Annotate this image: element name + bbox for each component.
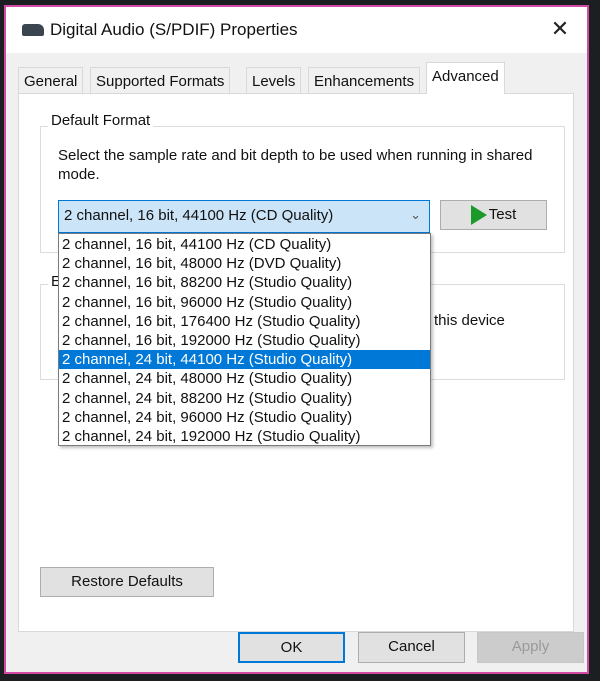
speaker-device-icon [22, 24, 44, 36]
format-option[interactable]: 2 channel, 24 bit, 96000 Hz (Studio Qual… [59, 408, 430, 427]
format-option[interactable]: 2 channel, 16 bit, 96000 Hz (Studio Qual… [59, 293, 430, 312]
tab-general[interactable]: General [18, 67, 84, 93]
play-icon [470, 205, 487, 226]
sample-rate-dropdown[interactable]: 2 channel, 16 bit, 44100 Hz (CD Quality)… [58, 200, 430, 233]
tab-advanced[interactable]: Advanced [426, 62, 505, 94]
apply-button[interactable]: Apply [477, 632, 584, 663]
format-option[interactable]: 2 channel, 16 bit, 88200 Hz (Studio Qual… [59, 273, 430, 292]
format-option[interactable]: 2 channel, 24 bit, 44100 Hz (Studio Qual… [59, 350, 430, 370]
format-option[interactable]: 2 channel, 24 bit, 192000 Hz (Studio Qua… [59, 427, 430, 446]
tab-enhancements[interactable]: Enhancements [308, 67, 421, 93]
default-format-description: Select the sample rate and bit depth to … [58, 147, 533, 183]
window-title: Digital Audio (S/PDIF) Properties [50, 20, 298, 39]
cancel-button[interactable]: Cancel [358, 632, 465, 663]
tab-supported-formats[interactable]: Supported Formats [90, 67, 231, 93]
restore-defaults-button[interactable]: Restore Defaults [40, 567, 214, 597]
close-button[interactable]: ✕ [543, 13, 577, 45]
format-option[interactable]: 2 channel, 16 bit, 192000 Hz (Studio Qua… [59, 331, 430, 350]
selected-format: 2 channel, 16 bit, 44100 Hz (CD Quality) [64, 207, 334, 224]
default-format-label: Default Format [48, 112, 154, 129]
test-label: Test [488, 206, 517, 223]
ok-button[interactable]: OK [238, 632, 345, 663]
format-options-list[interactable]: 2 channel, 16 bit, 44100 Hz (CD Quality)… [58, 233, 431, 446]
exclusive-mode-text: this device [434, 312, 505, 329]
format-option[interactable]: 2 channel, 24 bit, 88200 Hz (Studio Qual… [59, 389, 430, 408]
format-option[interactable]: 2 channel, 16 bit, 48000 Hz (DVD Quality… [59, 254, 430, 273]
test-button[interactable]: Test [440, 200, 547, 230]
tab-levels[interactable]: Levels [246, 67, 302, 93]
chevron-down-icon: ⌄ [410, 207, 421, 222]
title-bar: Digital Audio (S/PDIF) Properties ✕ [6, 7, 587, 53]
format-option[interactable]: 2 channel, 24 bit, 48000 Hz (Studio Qual… [59, 369, 430, 388]
properties-window: Digital Audio (S/PDIF) Properties ✕ Gene… [4, 5, 589, 674]
format-option[interactable]: 2 channel, 16 bit, 176400 Hz (Studio Qua… [59, 312, 430, 331]
format-option[interactable]: 2 channel, 16 bit, 44100 Hz (CD Quality) [59, 235, 430, 254]
